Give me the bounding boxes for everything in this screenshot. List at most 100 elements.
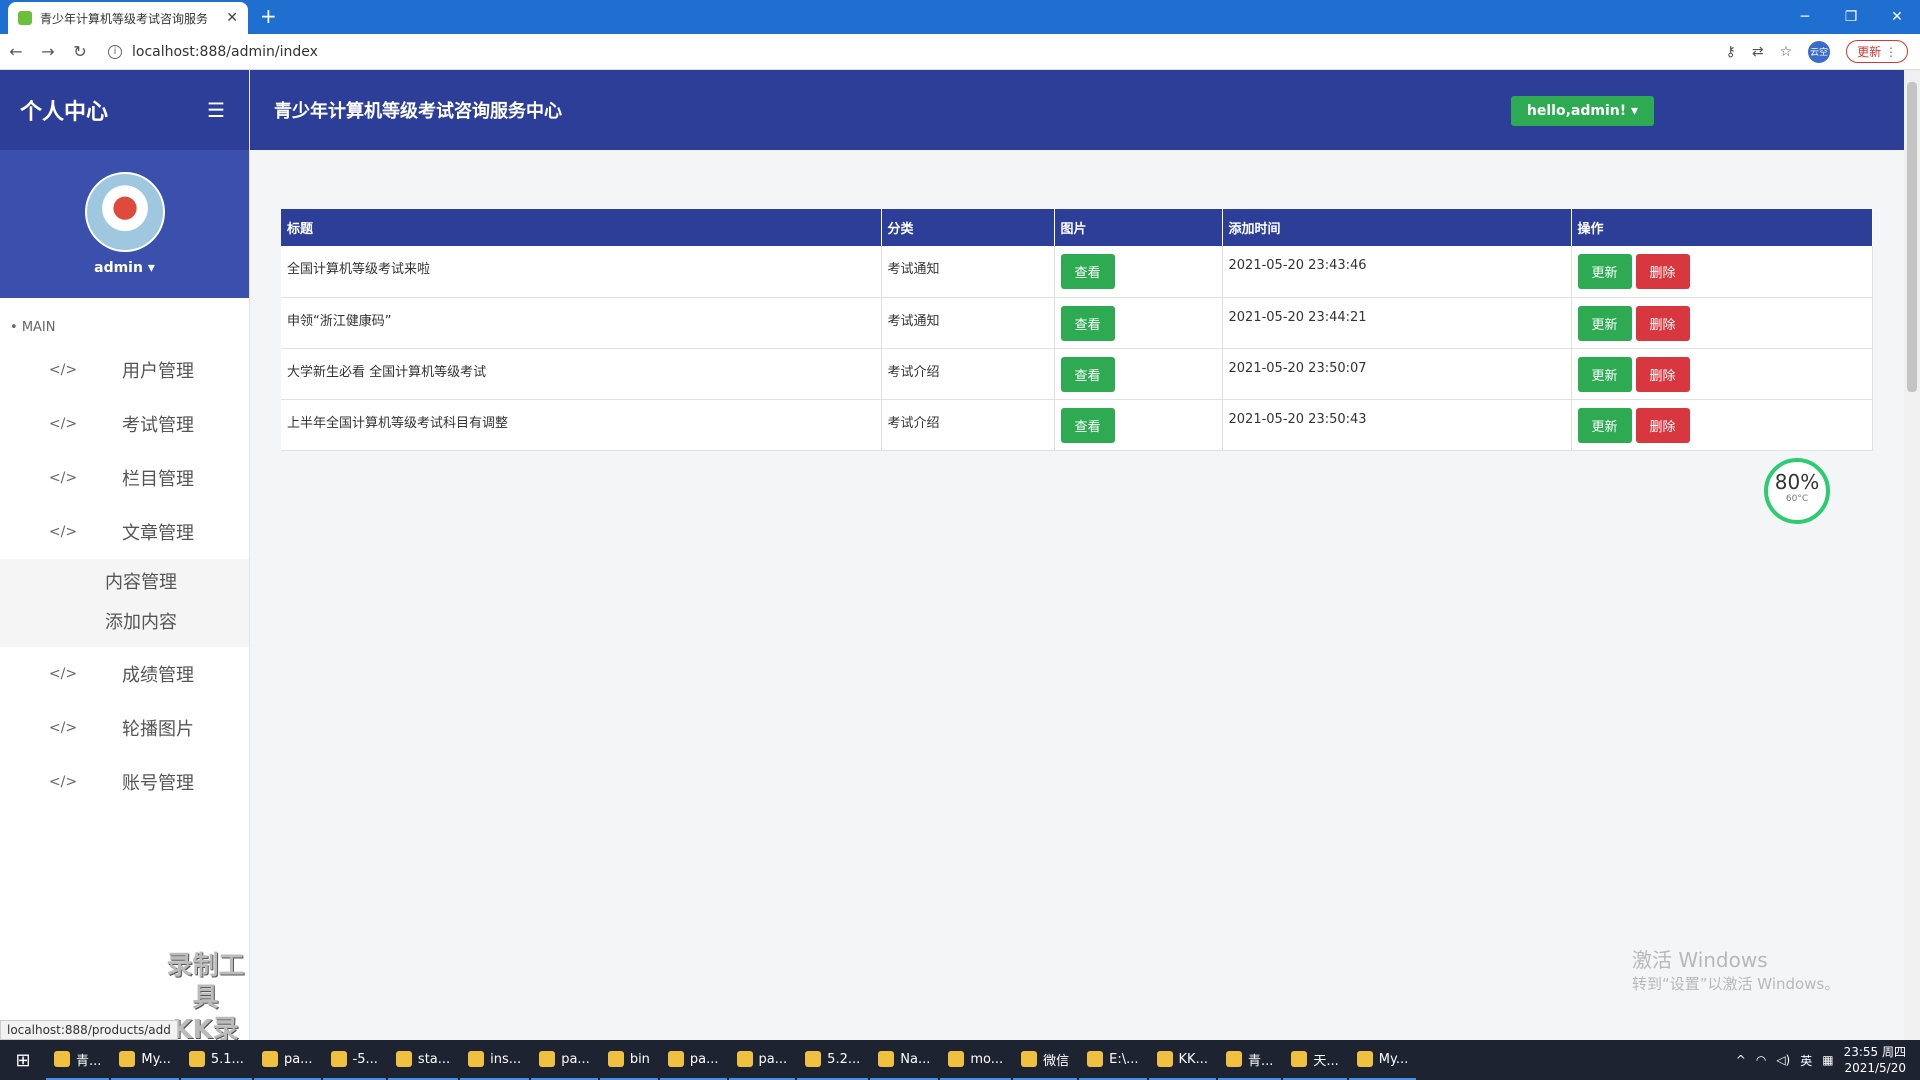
app-icon <box>736 1051 753 1067</box>
restore-icon[interactable]: ❐ <box>1828 0 1874 34</box>
sidebar-item-label: 账号管理 <box>122 773 194 794</box>
app-icon <box>539 1051 556 1067</box>
taskbar-item[interactable]: 微信 <box>1013 1040 1078 1080</box>
taskbar-item[interactable]: mo... <box>940 1040 1012 1080</box>
update-row-button[interactable]: 更新 <box>1577 356 1632 392</box>
taskbar-item[interactable]: 5.1... <box>180 1040 252 1080</box>
taskbar-item[interactable]: pa... <box>531 1040 598 1080</box>
status-url: localhost:888/products/add <box>0 1020 178 1040</box>
taskbar-item[interactable]: pa... <box>659 1040 727 1080</box>
profile-avatar[interactable]: 云空 <box>1808 40 1831 63</box>
taskbar-items: 青... My... 5.1... pa... -5... sta... ins... pa.… <box>46 1040 1418 1080</box>
delete-row-button[interactable]: 删除 <box>1635 356 1690 392</box>
close-icon[interactable]: ✕ <box>226 10 238 26</box>
taskbar-item-label: 5.2... <box>827 1051 861 1067</box>
performance-gauge[interactable]: 80% 60°C <box>1764 458 1830 524</box>
watermark-line1: 录制工具 <box>166 951 245 1013</box>
taskbar-item[interactable]: sta... <box>387 1040 459 1080</box>
minimize-icon[interactable]: ─ <box>1782 0 1828 34</box>
sidebar-item-scores[interactable]: </> 成绩管理 <box>0 647 249 701</box>
network-icon[interactable]: ◠ <box>1756 1053 1766 1067</box>
sidebar-item-columns[interactable]: </> 栏目管理 <box>0 451 249 505</box>
sidebar-item-users[interactable]: </> 用户管理 <box>0 343 249 397</box>
clock-time: 23:55 周四 <box>1843 1045 1906 1059</box>
browser-tab[interactable]: 青少年计算机等级考试咨询服务 ✕ <box>8 2 248 34</box>
cell-category: 考试通知 <box>881 246 1055 298</box>
reload-icon[interactable]: ↻ <box>64 42 96 61</box>
code-icon: </> <box>48 524 78 540</box>
taskbar-item[interactable]: -5... <box>322 1040 386 1080</box>
app-icon <box>119 1051 136 1067</box>
forward-icon[interactable]: → <box>32 42 64 61</box>
view-button[interactable]: 查看 <box>1060 254 1115 289</box>
taskbar-item[interactable]: E:\... <box>1079 1040 1147 1080</box>
cell-title: 全国计算机等级考试来啦 <box>281 246 882 298</box>
star-icon[interactable]: ☆ <box>1780 44 1793 60</box>
translate-icon[interactable]: ⇄ <box>1752 44 1764 60</box>
taskbar-item[interactable]: pa... <box>728 1040 796 1080</box>
section-label: • MAIN <box>10 320 56 335</box>
update-row-button[interactable]: 更新 <box>1577 305 1632 341</box>
taskbar-item-label: 天... <box>1313 1053 1339 1069</box>
sidebar-nav: </> 用户管理 </> 考试管理 </> 栏目管理 </> 文章管理 <box>0 343 249 559</box>
info-icon[interactable]: i <box>108 44 122 59</box>
user-dropdown-button[interactable]: hello,admin! ▾ <box>1510 96 1654 126</box>
sidebar-item-accounts[interactable]: </> 账号管理 <box>0 755 249 809</box>
profile-box: admin ▾ <box>0 150 249 298</box>
volume-icon[interactable]: ◁) <box>1776 1053 1790 1067</box>
taskbar-item[interactable]: 5.2... <box>797 1040 869 1080</box>
scrollbar-thumb[interactable] <box>1907 82 1917 392</box>
taskbar-item[interactable]: bin <box>599 1040 658 1080</box>
toolbar-icons: ⚷ ⇄ ☆ 云空 更新 ⋮ <box>1726 40 1920 63</box>
username-dropdown[interactable]: admin ▾ <box>94 260 155 276</box>
taskbar-item[interactable]: 天... <box>1283 1040 1347 1080</box>
hamburger-menu-icon[interactable]: ☰ <box>207 98 225 122</box>
key-icon[interactable]: ⚷ <box>1726 44 1736 60</box>
taskbar-item[interactable]: 青... <box>46 1040 110 1080</box>
taskbar-item[interactable]: My... <box>1348 1040 1417 1080</box>
delete-row-button[interactable]: 删除 <box>1635 407 1690 443</box>
submenu-content-manage[interactable]: 内容管理 <box>0 563 249 603</box>
new-tab-button[interactable]: + <box>260 4 277 28</box>
view-button[interactable]: 查看 <box>1060 356 1115 392</box>
taskbar-item-label: -5... <box>352 1051 378 1067</box>
articles-submenu: 内容管理 添加内容 <box>0 559 249 647</box>
app-icon <box>468 1051 485 1067</box>
update-button[interactable]: 更新 ⋮ <box>1846 40 1908 63</box>
taskbar-item[interactable]: pa... <box>253 1040 321 1080</box>
taskbar-item[interactable]: My... <box>111 1040 179 1080</box>
sidebar-item-exams[interactable]: </> 考试管理 <box>0 397 249 451</box>
sidebar-item-label: 用户管理 <box>122 361 194 382</box>
cell-category: 考试介绍 <box>881 348 1055 400</box>
taskbar-item[interactable]: Na... <box>870 1040 939 1080</box>
submenu-add-content[interactable]: 添加内容 <box>0 603 249 643</box>
clock[interactable]: 23:55 周四 2021/5/20 <box>1844 1044 1906 1076</box>
column-header-time: 添加时间 <box>1222 209 1572 246</box>
view-button[interactable]: 查看 <box>1060 407 1115 443</box>
close-window-icon[interactable]: ✕ <box>1874 0 1920 34</box>
delete-row-button[interactable]: 删除 <box>1635 254 1690 289</box>
taskbar-item-label: 青... <box>76 1053 102 1069</box>
code-icon: </> <box>48 720 78 736</box>
update-row-button[interactable]: 更新 <box>1577 407 1632 443</box>
update-row-button[interactable]: 更新 <box>1577 254 1632 289</box>
page-scrollbar[interactable] <box>1904 70 1920 1040</box>
code-icon: </> <box>48 666 78 682</box>
windows-start-icon[interactable]: ⊞ <box>0 1050 46 1071</box>
sidebar-item-articles[interactable]: </> 文章管理 <box>0 505 249 559</box>
tray-chevron-icon[interactable]: ^ <box>1736 1053 1746 1067</box>
taskbar-item-label: 青... <box>1247 1053 1274 1069</box>
ime-indicator[interactable]: 英 <box>1800 1052 1812 1069</box>
taskbar-item[interactable]: ins... <box>460 1040 530 1080</box>
taskbar-item[interactable]: 青... <box>1217 1040 1282 1080</box>
cell-time: 2021-05-20 23:50:43 <box>1222 399 1572 451</box>
keyboard-icon[interactable]: ▦ <box>1822 1053 1833 1067</box>
delete-row-button[interactable]: 删除 <box>1635 305 1690 341</box>
view-button[interactable]: 查看 <box>1060 305 1115 341</box>
avatar <box>84 172 165 252</box>
back-icon[interactable]: ← <box>0 42 32 61</box>
app-icon <box>188 1051 205 1067</box>
sidebar-item-carousel[interactable]: </> 轮播图片 <box>0 701 249 755</box>
taskbar-item[interactable]: KK... <box>1148 1040 1216 1080</box>
url-field[interactable]: i localhost:888/admin/index <box>96 44 1726 60</box>
